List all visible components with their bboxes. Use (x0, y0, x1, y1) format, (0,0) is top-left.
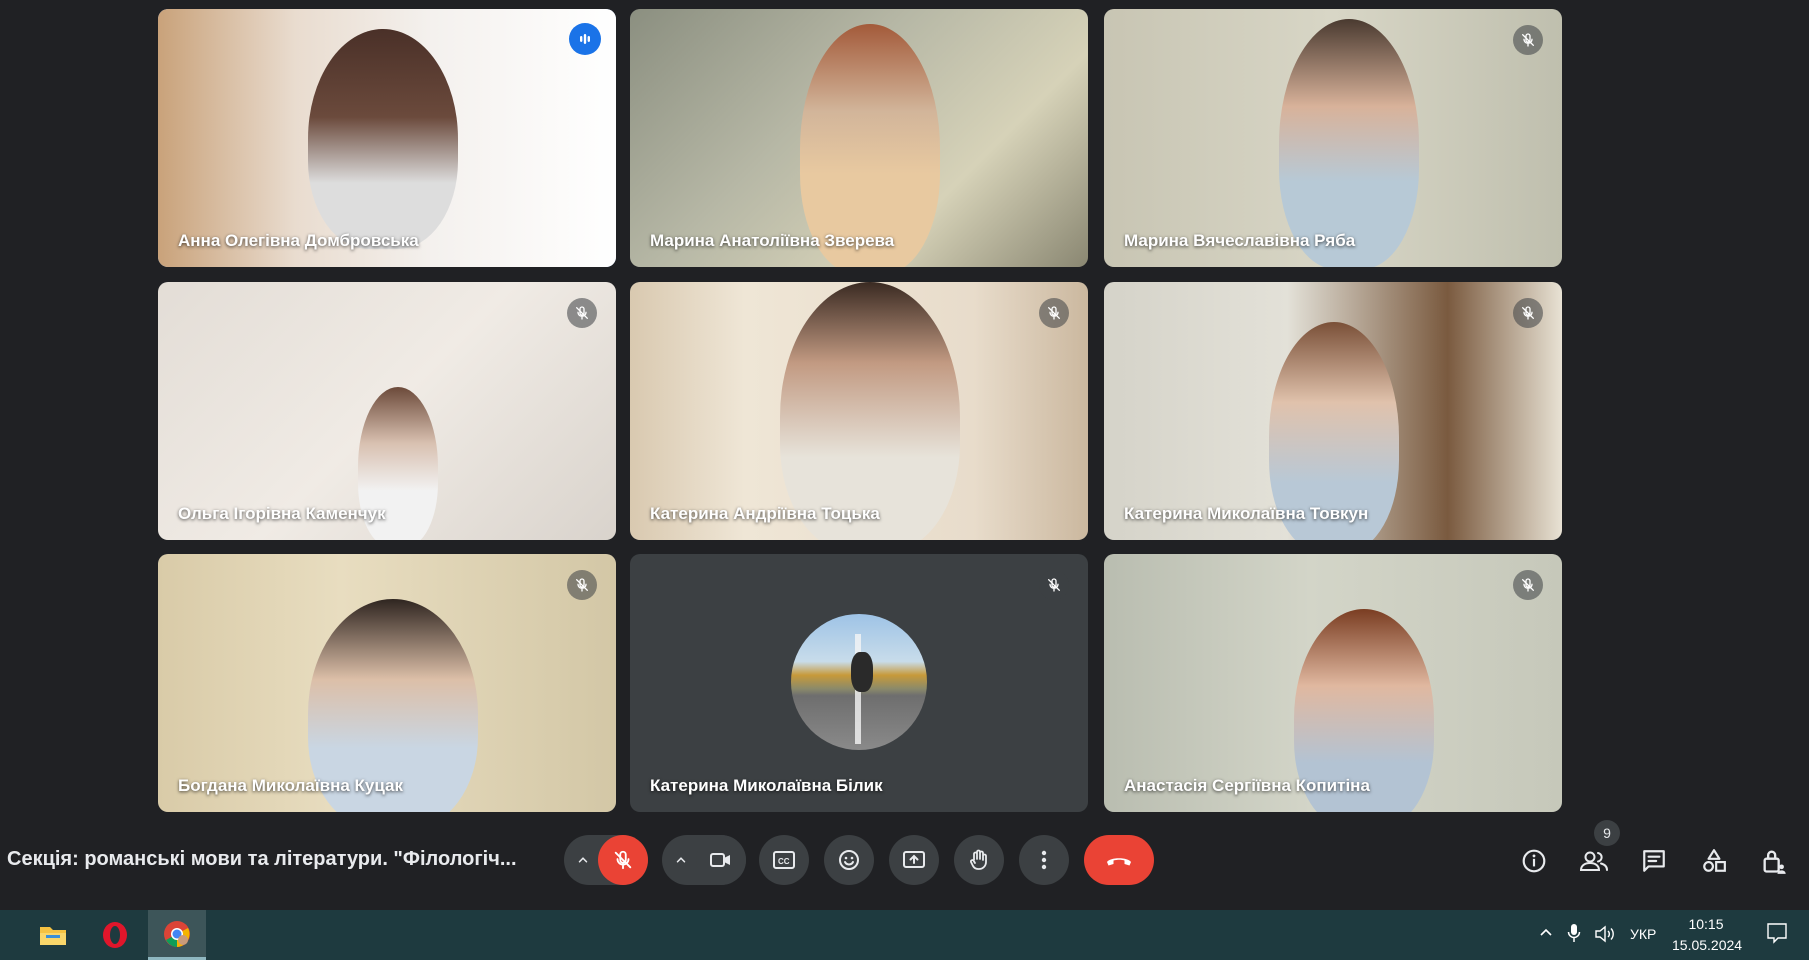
chevron-up-icon (578, 857, 588, 863)
microphone-tray-icon[interactable] (1567, 923, 1581, 946)
folder-icon (40, 927, 66, 945)
activities-button[interactable] (1694, 841, 1734, 881)
file-explorer-taskbar-button[interactable] (24, 910, 82, 960)
present-screen-button[interactable] (889, 835, 939, 885)
host-controls-button[interactable] (1754, 841, 1794, 881)
emoji-icon (839, 850, 859, 870)
muted-mic-icon (1513, 298, 1543, 328)
microphone-icon (1567, 924, 1581, 942)
camera-options-button[interactable] (666, 835, 696, 885)
participant-name: Марина Вячеславівна Ряба (1124, 231, 1356, 250)
input-language-indicator[interactable]: УКР (1630, 926, 1656, 942)
more-options-button[interactable] (1019, 835, 1069, 885)
chat-button[interactable] (1634, 841, 1674, 881)
muted-mic-icon (1039, 298, 1069, 328)
participant-name: Ольга Ігорівна Каменчук (178, 504, 386, 523)
participant-name: Катерина Миколаївна Білик (650, 776, 883, 795)
participant-tile[interactable]: Анастасія Сергіївна Копитіна (1104, 554, 1562, 812)
leave-call-button[interactable] (1084, 835, 1154, 885)
raise-hand-button[interactable] (954, 835, 1004, 885)
people-button[interactable] (1574, 841, 1614, 881)
meeting-details-button[interactable] (1514, 841, 1554, 881)
hand-icon (970, 849, 987, 870)
present-screen-icon (903, 851, 925, 868)
meeting-title: Секція: романські мови та літератури. "Ф… (7, 848, 517, 870)
participant-name: Анастасія Сергіївна Копитіна (1124, 776, 1370, 795)
participant-tile[interactable]: Ольга Ігорівна Каменчук (158, 282, 616, 540)
participant-tile-camera-off[interactable]: Катерина Миколаївна Білик (630, 554, 1088, 812)
participant-tile[interactable]: Марина Анатоліївна Зверева (630, 9, 1088, 267)
participant-tile[interactable]: Катерина Миколаївна Товкун (1104, 282, 1562, 540)
chrome-logo-icon (164, 920, 190, 947)
camera-toggle-button[interactable] (696, 835, 746, 885)
participant-tile[interactable]: Марина Вячеславівна Ряба (1104, 9, 1562, 267)
camera-icon (710, 853, 730, 867)
lock-person-icon (1763, 850, 1786, 874)
show-hidden-icons-button[interactable] (1538, 924, 1554, 943)
volume-tray-icon[interactable] (1594, 925, 1616, 946)
captions-button[interactable]: CC (759, 835, 809, 885)
participant-name: Катерина Андріївна Тоцька (650, 504, 880, 523)
participant-name: Марина Анатоліївна Зверева (650, 231, 895, 250)
speaker-icon (1595, 925, 1614, 943)
muted-mic-icon (1513, 25, 1543, 55)
speaking-indicator-icon (569, 23, 601, 55)
action-center-icon (1767, 923, 1787, 944)
people-icon (1579, 851, 1608, 871)
participant-name: Богдана Миколаївна Куцак (178, 776, 403, 795)
participant-name: Катерина Миколаївна Товкун (1124, 504, 1369, 523)
chrome-taskbar-button[interactable] (148, 910, 206, 960)
opera-logo-icon (103, 922, 127, 948)
clock-date: 15.05.2024 (1672, 937, 1743, 953)
notifications-button[interactable] (1766, 922, 1788, 947)
mic-options-button[interactable] (568, 835, 598, 885)
chat-icon (1643, 850, 1665, 872)
chevron-up-icon (1540, 928, 1552, 936)
chevron-up-icon (676, 857, 686, 863)
hang-up-icon (1107, 858, 1131, 866)
muted-mic-icon (567, 570, 597, 600)
more-vert-icon (1041, 850, 1047, 870)
microphone-toggle-button[interactable] (598, 835, 648, 885)
svg-text:CC: CC (778, 857, 790, 866)
info-icon (1522, 849, 1546, 873)
participant-avatar (791, 614, 927, 750)
system-clock[interactable]: 10:15 15.05.2024 (1672, 914, 1743, 956)
participant-tile[interactable]: Анна Олегівна Домбровська (158, 9, 616, 267)
participant-tile[interactable]: Катерина Андріївна Тоцька (630, 282, 1088, 540)
muted-mic-icon (1039, 570, 1069, 600)
participant-name: Анна Олегівна Домбровська (178, 231, 419, 250)
clock-time: 10:15 (1688, 916, 1724, 932)
closed-captions-icon: CC (773, 851, 795, 869)
windows-taskbar: УКР (0, 910, 1809, 960)
activities-shapes-icon (1703, 849, 1726, 872)
mic-off-icon (614, 850, 632, 870)
muted-mic-icon (567, 298, 597, 328)
muted-mic-icon (1513, 570, 1543, 600)
meet-window: Анна Олегівна Домбровська Марина Анатолі… (0, 0, 1809, 960)
reactions-button[interactable] (824, 835, 874, 885)
participant-tile[interactable]: Богдана Миколаївна Куцак (158, 554, 616, 812)
opera-taskbar-button[interactable] (86, 910, 144, 960)
